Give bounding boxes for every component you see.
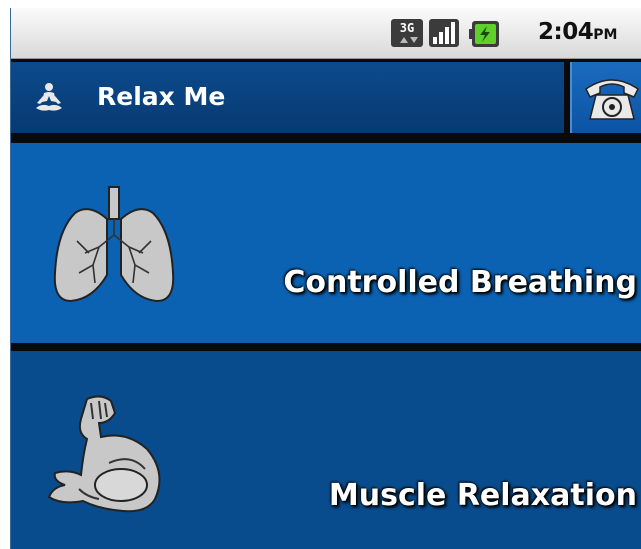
clock: 2:04PM [538,19,617,45]
call-button[interactable] [570,62,641,133]
menu-item-muscle-relaxation[interactable]: Muscle Relaxation [11,351,641,549]
network-3g-icon: 3G [391,19,423,47]
app-title-panel: Relax Me [11,62,564,133]
app-frame: 3G 2:04PM Relax Me Controlled Breathing … [10,8,641,549]
menu-item-controlled-breathing[interactable]: Controlled Breathing [11,143,641,343]
telephone-icon [585,79,639,120]
clock-ampm: PM [593,27,618,43]
meditation-figure-icon [36,83,62,111]
clock-time: 2:04 [538,19,594,45]
controlled-breathing-label: Controlled Breathing [283,265,637,300]
lungs-icon [53,186,175,303]
status-bar: 3G 2:04PM [11,8,641,59]
app-bar: Relax Me [11,59,641,137]
muscle-relaxation-label: Muscle Relaxation [328,478,637,513]
app-title: Relax Me [97,82,226,111]
signal-strength-icon [429,19,459,47]
battery-charging-icon [469,21,499,47]
flexed-arm-icon [47,395,161,513]
svg-text:3G: 3G [400,21,414,35]
